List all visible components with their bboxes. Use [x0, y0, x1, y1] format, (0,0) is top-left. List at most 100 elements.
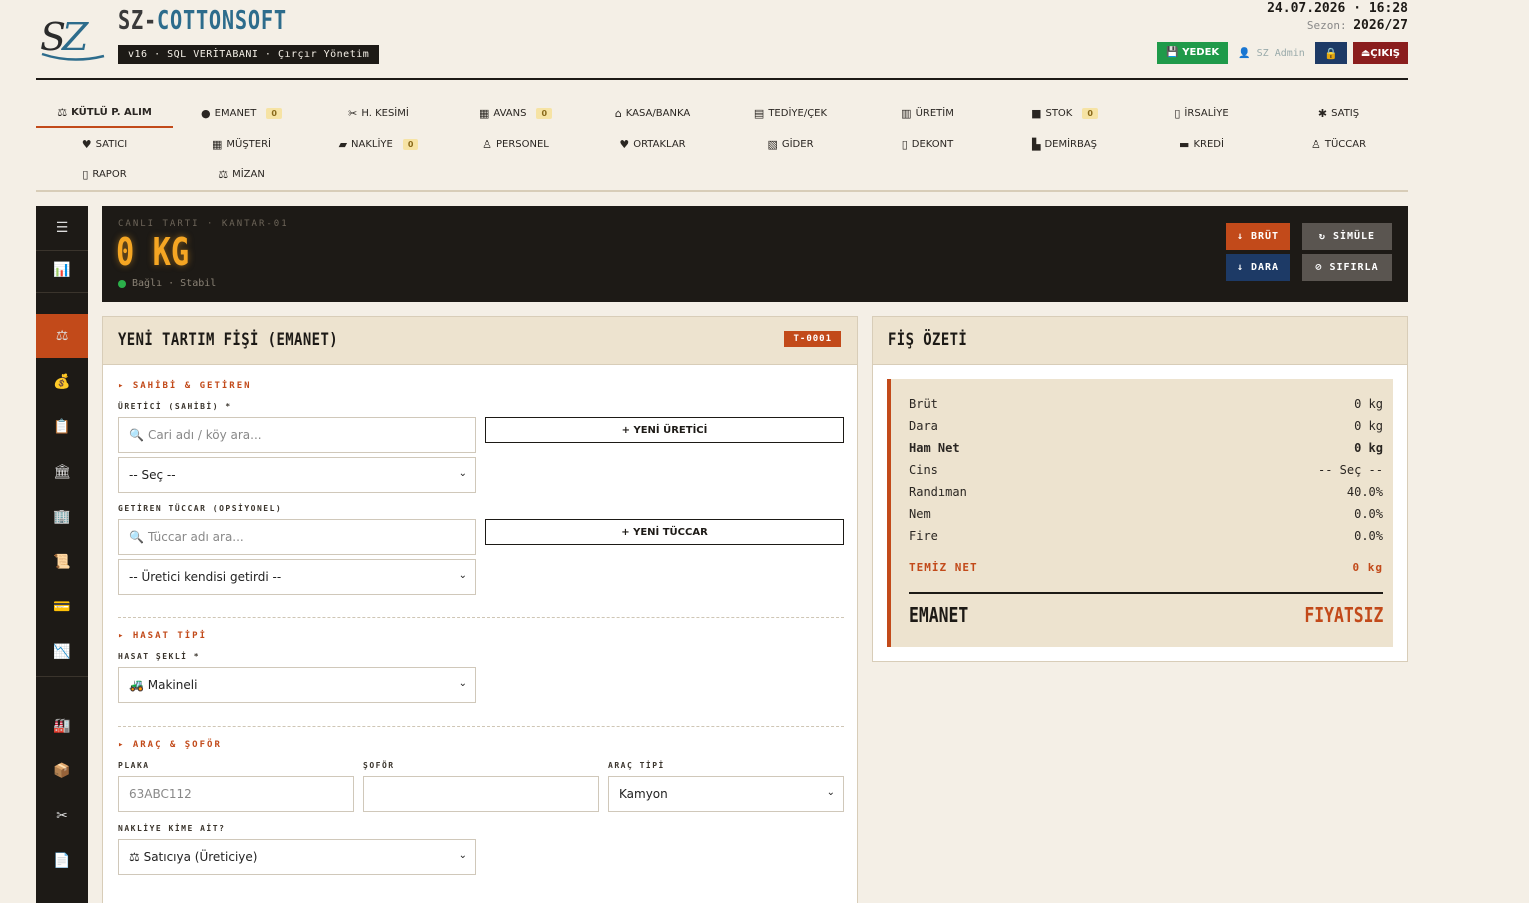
scale-value: 0 KG [116, 230, 190, 274]
nav-icon: ▬ [1179, 137, 1190, 151]
rail-item[interactable]: ⚖ [36, 314, 88, 358]
harvest-select[interactable]: 🚜 Makineli ⌄ [118, 667, 476, 703]
nav-icon: ▦ [478, 106, 490, 120]
shipping-select[interactable]: ⚖ Satıcıya (Üreticiye) ⌄ [118, 839, 476, 875]
producer-search-input[interactable]: 🔍 Cari adı / köy ara... [118, 417, 476, 453]
section-harvest: ▸ HASAT TİPİ [118, 631, 208, 641]
nav-item[interactable]: ▧ GİDER [722, 129, 859, 159]
nav-icon: ▙ [1031, 137, 1041, 151]
save-icon: 💾 [1166, 47, 1183, 58]
nav-icon: ▯ [1174, 106, 1181, 120]
trader-search-input[interactable]: 🔍 Tüccar adı ara... [118, 519, 476, 555]
trader-label: GETİREN TÜCCAR (OPSİYONEL) [118, 504, 283, 513]
driver-input[interactable] [363, 776, 599, 812]
nav-item[interactable]: ▦ AVANS 0 [447, 98, 584, 128]
form-title: YENİ TARTIM FİŞİ (EMANET) [118, 330, 339, 350]
weighing-form-card: YENİ TARTIM FİŞİ (EMANET) T-0001 ▸ SAHİB… [102, 316, 858, 903]
nav-item[interactable]: ✂ H. KESİMİ [310, 98, 447, 128]
ticket-number-badge: T-0001 [784, 331, 841, 347]
nav-icon: ▰ [338, 137, 348, 151]
nav-item[interactable]: ⚖ MİZAN [173, 159, 310, 189]
app-header: S Z SZ-COTTONSOFT v16 · SQL VERİTABANI ·… [36, 0, 1408, 80]
producer-label: ÜRETİCİ (SAHİBİ) * [118, 402, 232, 411]
rail-item[interactable]: ✂ [36, 794, 88, 838]
rail-icon: 📊 [53, 262, 71, 278]
nav-item[interactable]: ♥ ORTAKLAR [584, 129, 721, 159]
nav-item[interactable]: ⌂ KASA/BANKA [584, 98, 721, 128]
nav-icon: ▧ [767, 137, 778, 151]
rail-icon: 💰 [53, 374, 71, 390]
producer-select[interactable]: -- Seç -- ⌄ [118, 457, 476, 493]
rail-item[interactable]: 💰 [36, 360, 88, 404]
rail-item[interactable]: 📉 [36, 630, 88, 674]
rail-item[interactable]: 📄 [36, 839, 88, 883]
nav-item[interactable]: ▯ DEKONT [859, 129, 996, 159]
admin-user: 👤 SZ Admin [1238, 47, 1305, 59]
nav-icon: ⌂ [614, 106, 622, 120]
new-trader-button[interactable]: + YENİ TÜCCAR [485, 519, 844, 545]
nav-item[interactable]: ● EMANET 0 [173, 98, 310, 128]
nav-item[interactable]: ♙ TÜCCAR [1270, 129, 1407, 159]
nav-item[interactable]: ■ STOK 0 [996, 98, 1133, 128]
rail-item[interactable]: 📋 [36, 405, 88, 449]
nav-label: KÜTLÜ P. ALIM [71, 106, 152, 118]
rail-item[interactable]: 📦 [36, 749, 88, 793]
new-producer-button[interactable]: + YENİ ÜRETİCİ [485, 417, 844, 443]
nav-icon: ♥ [81, 137, 92, 151]
nav-label: MÜŞTERİ [226, 138, 272, 150]
section-owner: ▸ SAHİBİ & GETİREN [118, 381, 252, 391]
summary-title: FİŞ ÖZETİ [888, 330, 968, 350]
menu-icon: ☰ [55, 220, 69, 236]
brut-button[interactable]: ↓ BRÜT [1226, 223, 1290, 250]
nav-label: RAPOR [92, 168, 127, 180]
vehicle-type-label: ARAÇ TİPİ [608, 761, 665, 770]
nav-label: İRSALİYE [1184, 107, 1229, 119]
nav-item[interactable]: ▬ KREDİ [1133, 129, 1270, 159]
rail-item[interactable]: ☰ [36, 206, 88, 250]
plate-input[interactable]: 63ABC112 [118, 776, 354, 812]
ticket-summary-card: FİŞ ÖZETİ TEMİZ NET 0 kg EMANET FIYATSIZ B… [872, 316, 1408, 662]
rail-item[interactable]: 🏭 [36, 704, 88, 748]
nav-item[interactable]: ▰ NAKLİYE 0 [310, 129, 447, 159]
nav-item[interactable]: ▙ DEMİRBAŞ [996, 129, 1133, 159]
driver-label: ŞOFÖR [363, 761, 395, 770]
nav-icon: ▥ [901, 106, 912, 120]
rail-item[interactable]: 🏢 [36, 495, 88, 539]
nav-label: SATIŞ [1331, 107, 1360, 119]
nav-label: TÜCCAR [1324, 138, 1367, 150]
nav-item[interactable]: ♥ SATICI [36, 129, 173, 159]
nav-item[interactable]: ⚖ KÜTLÜ P. ALIM [36, 98, 173, 128]
nav-item[interactable]: ▤ TEDİYE/ÇEK [722, 98, 859, 128]
rail-item[interactable]: 📊 [36, 248, 88, 292]
svg-text:Z: Z [61, 15, 89, 59]
reset-button[interactable]: ⊘ SIFIRLA [1302, 254, 1392, 281]
summary-footer: EMANET FIYATSIZ [909, 603, 1383, 627]
nav-label: GİDER [781, 138, 814, 150]
nav-item[interactable]: ♙ PERSONEL [447, 129, 584, 159]
summary-row: Randıman 40.0% [909, 485, 1383, 499]
logo-icon: S Z [40, 15, 105, 61]
rail-item[interactable]: 📜 [36, 540, 88, 584]
rail-icon: 💳 [53, 599, 71, 615]
vehicle-type-select[interactable]: Kamyon ⌄ [608, 776, 844, 812]
nav-item[interactable]: ✱ SATIŞ [1270, 98, 1407, 128]
nav-item[interactable]: ▦ MÜŞTERİ [173, 129, 310, 159]
scale-label: CANLI TARTI · KANTAR-01 [118, 219, 289, 229]
logout-button[interactable]: ⏏ÇIKIŞ [1352, 42, 1408, 64]
summary-row: Fire 0.0% [909, 529, 1383, 543]
rail-item[interactable]: 🏛 [36, 450, 88, 494]
dara-button[interactable]: ↓ DARA [1226, 254, 1290, 281]
backup-button[interactable]: 💾 YEDEK [1157, 42, 1229, 64]
scale-status: Bağlı · Stabil [118, 278, 216, 289]
nav-item[interactable]: ▥ ÜRETİM [859, 98, 996, 128]
count-badge: 0 [1082, 107, 1098, 119]
nav-label: ORTAKLAR [633, 138, 686, 150]
nav-item[interactable]: ▯ İRSALİYE [1133, 98, 1270, 128]
rail-item[interactable]: 💳 [36, 585, 88, 629]
count-badge: 0 [266, 107, 282, 119]
trader-select[interactable]: -- Üretici kendisi getirdi -- ⌄ [118, 559, 476, 595]
lock-button[interactable]: 🔒 [1314, 42, 1347, 64]
nav-icon: ▦ [211, 137, 223, 151]
simulate-button[interactable]: ↻ SİMÜLE [1302, 223, 1392, 250]
nav-item[interactable]: ▯ RAPOR [36, 159, 173, 189]
